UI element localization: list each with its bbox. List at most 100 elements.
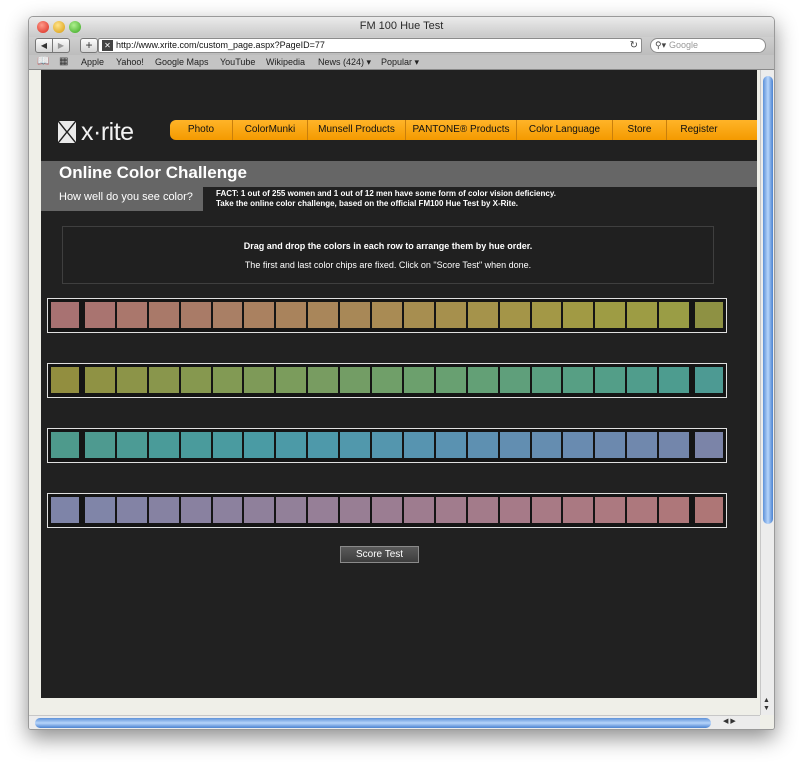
score-test-button[interactable]: Score Test — [340, 546, 419, 563]
color-chip[interactable] — [467, 367, 498, 393]
color-chip[interactable] — [563, 367, 594, 393]
color-chip[interactable] — [308, 432, 339, 458]
color-chip[interactable] — [499, 497, 530, 523]
color-chip[interactable] — [180, 497, 211, 523]
color-chip[interactable] — [467, 432, 498, 458]
color-chip[interactable] — [372, 497, 402, 523]
nav-store[interactable]: Store — [613, 120, 667, 140]
color-chip[interactable] — [276, 497, 307, 523]
color-chip[interactable] — [276, 432, 307, 458]
color-chip[interactable] — [563, 497, 594, 523]
bookmark-youtube[interactable]: YouTube — [220, 55, 255, 69]
color-chip[interactable] — [212, 302, 243, 328]
color-chip[interactable] — [372, 432, 402, 458]
vertical-scroll-arrows[interactable]: ▲ ▼ — [763, 697, 770, 713]
title-bar[interactable]: FM 100 Hue Test — [29, 17, 774, 37]
color-chip[interactable] — [403, 497, 434, 523]
color-chip[interactable] — [435, 367, 466, 393]
color-chip[interactable] — [595, 367, 626, 393]
bookmark-popular[interactable]: Popular ▾ — [381, 55, 419, 69]
bookmark-apple[interactable]: Apple — [81, 55, 104, 69]
bookmark-yahoo[interactable]: Yahoo! — [116, 55, 144, 69]
vertical-scroll-thumb[interactable] — [763, 76, 773, 524]
forward-button[interactable]: ▶ — [52, 38, 70, 53]
color-chip[interactable] — [531, 302, 562, 328]
horizontal-scroll-arrows[interactable]: ◀ ▶ — [723, 717, 736, 725]
color-chip[interactable] — [627, 367, 658, 393]
color-chip[interactable] — [85, 302, 115, 328]
color-chip[interactable] — [403, 302, 434, 328]
color-chip[interactable] — [116, 432, 147, 458]
color-chip[interactable] — [627, 302, 658, 328]
color-chip[interactable] — [116, 367, 147, 393]
color-chip[interactable] — [244, 367, 275, 393]
color-chip[interactable] — [435, 302, 466, 328]
color-chip[interactable] — [148, 432, 179, 458]
nav-photo[interactable]: Photo — [170, 120, 233, 140]
color-chip[interactable] — [499, 367, 530, 393]
color-chip[interactable] — [244, 302, 275, 328]
search-field[interactable]: ⚲▾ Google — [650, 38, 766, 53]
horizontal-scrollbar[interactable]: ◀ ▶ — [29, 715, 760, 729]
reload-icon[interactable]: ↻ — [630, 39, 638, 52]
color-chip[interactable] — [148, 302, 179, 328]
url-text[interactable]: http://www.xrite.com/custom_page.aspx?Pa… — [116, 39, 325, 52]
color-chip[interactable] — [595, 302, 626, 328]
bookmark-wikipedia[interactable]: Wikipedia — [266, 55, 305, 69]
color-chip[interactable] — [276, 367, 307, 393]
color-chip[interactable] — [531, 497, 562, 523]
color-chip[interactable] — [180, 302, 211, 328]
vertical-scrollbar[interactable]: ▲ ▼ — [760, 70, 774, 715]
bookmark-news[interactable]: News (424) ▾ — [318, 55, 371, 69]
color-chip[interactable] — [467, 497, 498, 523]
add-bookmark-button[interactable]: + — [80, 38, 98, 53]
top-sites-grid-icon[interactable]: ▦ — [59, 56, 68, 68]
color-chip[interactable] — [659, 302, 689, 328]
color-chip[interactable] — [116, 302, 147, 328]
color-chip[interactable] — [595, 432, 626, 458]
color-chip[interactable] — [85, 432, 115, 458]
color-chip[interactable] — [244, 432, 275, 458]
xrite-logo[interactable]: x·rite — [57, 118, 134, 146]
color-chip[interactable] — [212, 497, 243, 523]
color-chip[interactable] — [340, 367, 371, 393]
color-chip[interactable] — [531, 432, 562, 458]
color-chip[interactable] — [403, 367, 434, 393]
bookmark-google-maps[interactable]: Google Maps — [155, 55, 209, 69]
color-chip[interactable] — [563, 432, 594, 458]
color-chip[interactable] — [435, 497, 466, 523]
color-chip[interactable] — [595, 497, 626, 523]
color-chip[interactable] — [148, 497, 179, 523]
color-chip[interactable] — [372, 367, 402, 393]
color-chip[interactable] — [180, 367, 211, 393]
color-chip[interactable] — [308, 367, 339, 393]
color-chip[interactable] — [403, 432, 434, 458]
color-chip[interactable] — [85, 367, 115, 393]
nav-munsell-products[interactable]: Munsell Products — [308, 120, 406, 140]
color-chip[interactable] — [308, 302, 339, 328]
color-chip[interactable] — [212, 432, 243, 458]
color-chip[interactable] — [499, 302, 530, 328]
color-chip[interactable] — [659, 432, 689, 458]
color-chip[interactable] — [435, 432, 466, 458]
back-button[interactable]: ◀ — [35, 38, 53, 53]
color-chip[interactable] — [212, 367, 243, 393]
color-chip[interactable] — [627, 432, 658, 458]
color-chip[interactable] — [659, 497, 689, 523]
color-chip[interactable] — [531, 367, 562, 393]
color-chip[interactable] — [372, 302, 402, 328]
nav-pantone-products[interactable]: PANTONE® Products — [406, 120, 517, 140]
color-chip[interactable] — [85, 497, 115, 523]
color-chip[interactable] — [659, 367, 689, 393]
color-chip[interactable] — [276, 302, 307, 328]
bookmarks-book-icon[interactable]: 📖 — [37, 56, 49, 68]
color-chip[interactable] — [340, 497, 371, 523]
horizontal-scroll-thumb[interactable] — [35, 718, 711, 728]
color-chip[interactable] — [148, 367, 179, 393]
color-chip[interactable] — [627, 497, 658, 523]
color-chip[interactable] — [244, 497, 275, 523]
color-chip[interactable] — [467, 302, 498, 328]
color-chip[interactable] — [563, 302, 594, 328]
nav-color-language[interactable]: Color Language — [517, 120, 613, 140]
nav-colormunki[interactable]: ColorMunki — [233, 120, 308, 140]
